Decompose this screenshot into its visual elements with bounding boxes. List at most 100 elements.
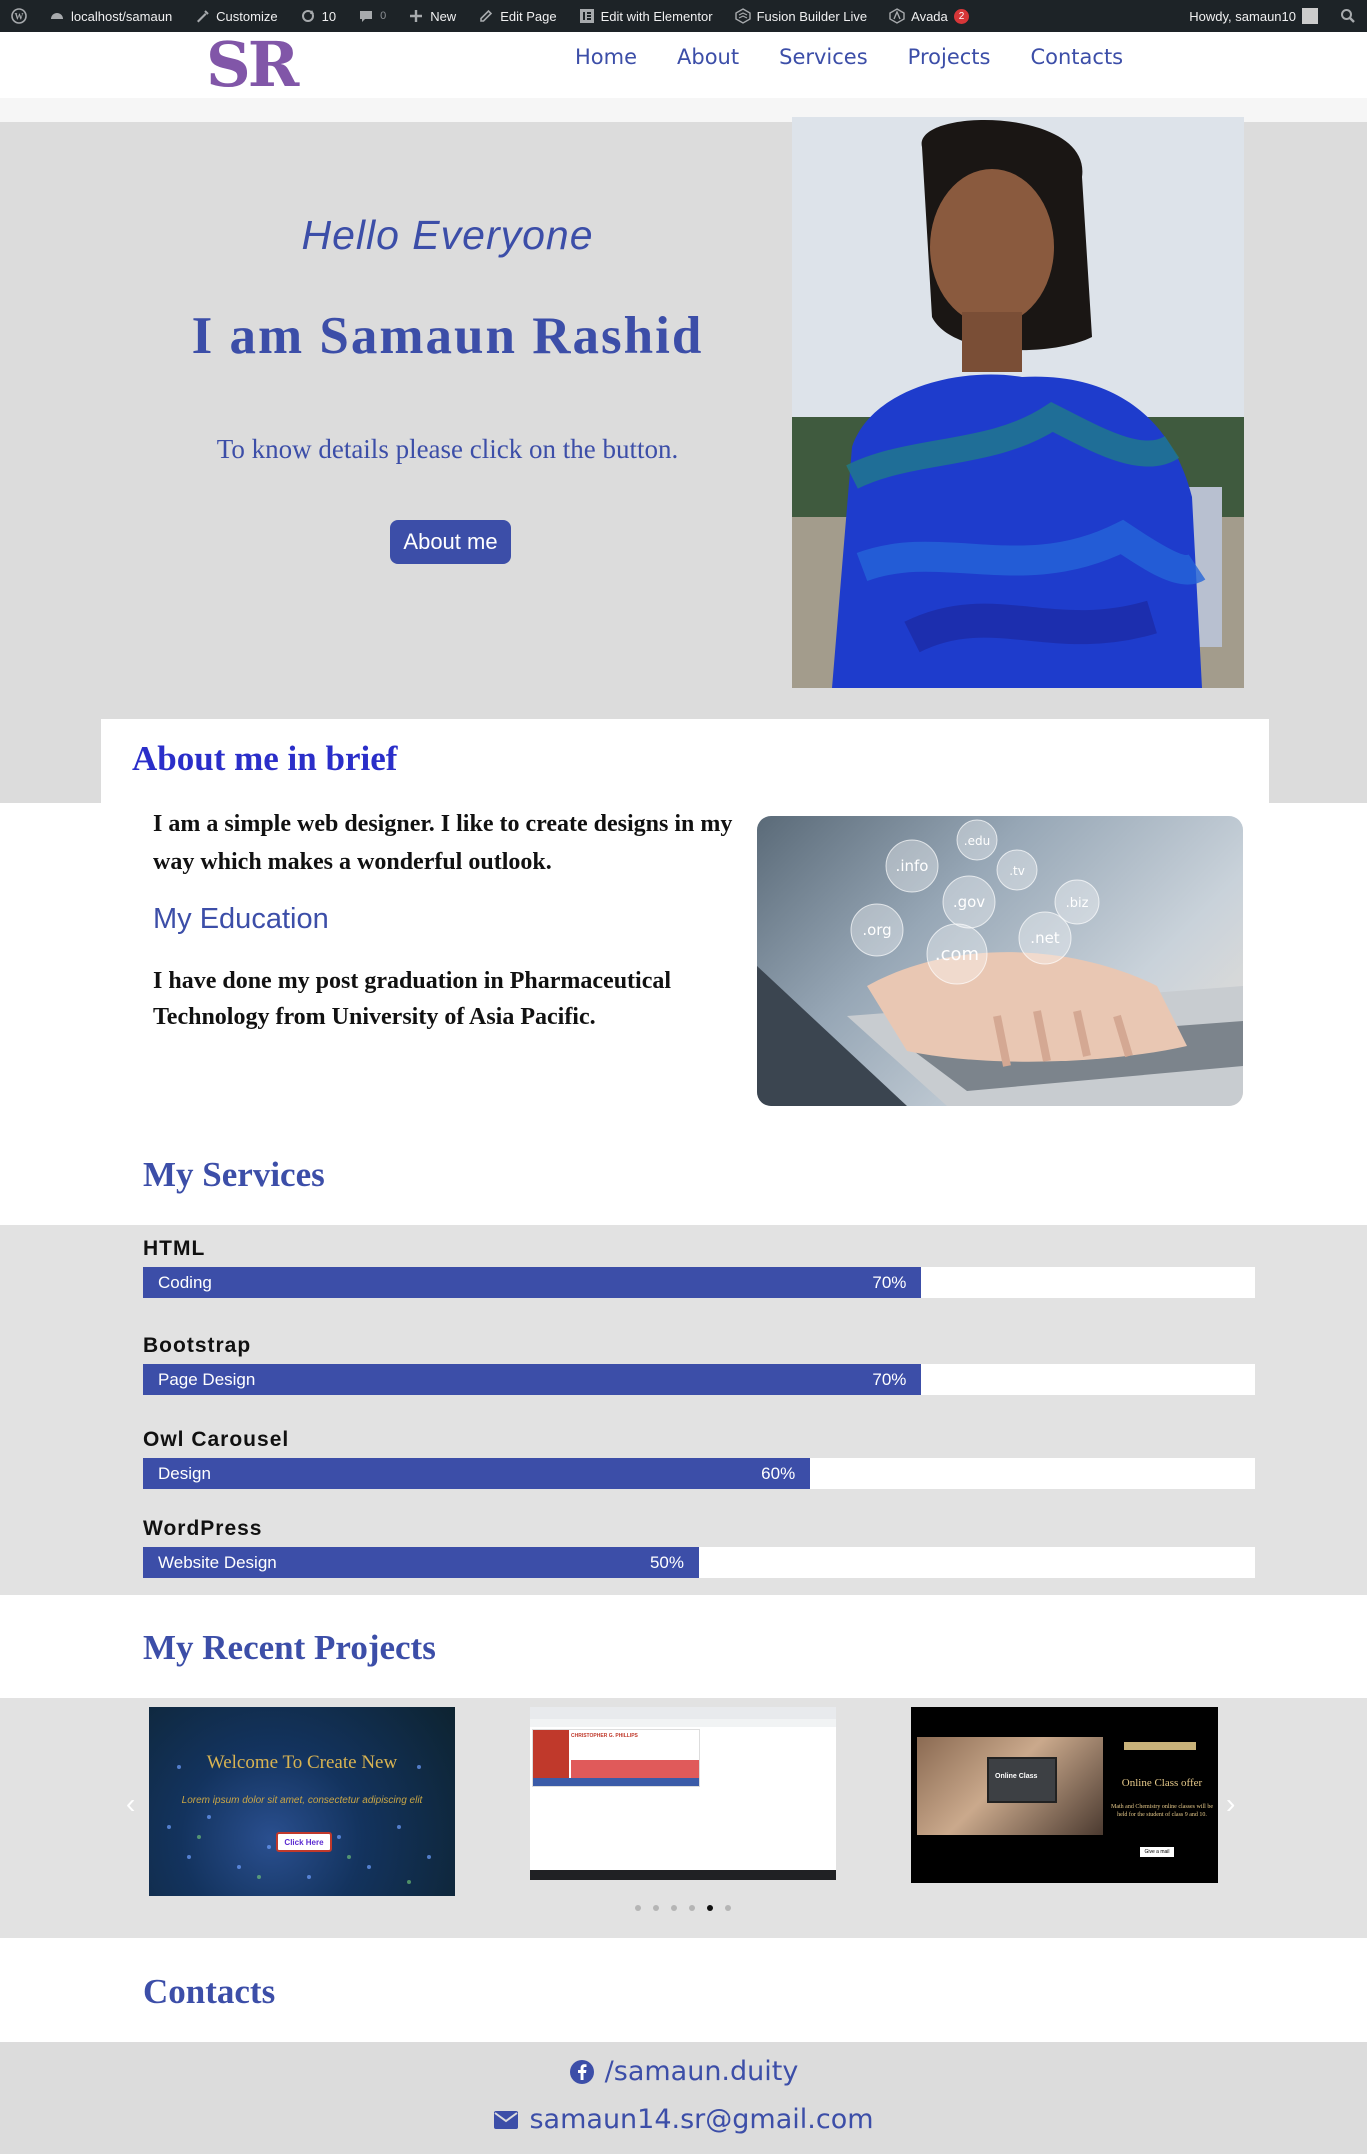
- project-card-2[interactable]: CHRISTOPHER G. PHILLIPS: [530, 1707, 836, 1880]
- skill-progress-fill: Website Design 50%: [143, 1547, 699, 1578]
- project-3-body: Math and Chemistry online classes will b…: [1111, 1804, 1213, 1818]
- about-title: About me in brief: [132, 739, 398, 778]
- comment-icon: [360, 11, 373, 22]
- nav-projects[interactable]: Projects: [908, 45, 991, 69]
- skill-percent: 60%: [761, 1463, 796, 1483]
- online-class-photo: Online Class: [917, 1737, 1103, 1835]
- fusion-label: Fusion Builder Live: [756, 8, 868, 24]
- comments-link[interactable]: 0: [347, 0, 397, 32]
- resume-header: CHRISTOPHER G. PHILLIPS: [532, 1729, 700, 1787]
- carousel-next-icon[interactable]: ›: [1226, 1788, 1235, 1820]
- howdy-label: Howdy, samaun10: [1189, 8, 1296, 24]
- skill-percent: 70%: [872, 1272, 907, 1292]
- site-header: SR Home About Services Projects Contacts: [0, 32, 1367, 98]
- updates-link[interactable]: 10: [289, 0, 347, 32]
- contacts-title: Contacts: [143, 1972, 276, 2011]
- browser-tabbar: [530, 1707, 836, 1719]
- edit-page-link[interactable]: Edit Page: [467, 0, 567, 32]
- project-card-3[interactable]: Online Class Online Class offer Math and…: [911, 1707, 1218, 1883]
- elementor-icon: [579, 9, 594, 23]
- hero-greeting: Hello Everyone: [301, 212, 594, 258]
- hero-name: I am Samaun Rashid: [191, 307, 704, 365]
- project-1-button: Click Here: [276, 1832, 332, 1852]
- project-3-heading: Online Class offer: [1121, 1777, 1203, 1789]
- resume-name: CHRISTOPHER G. PHILLIPS: [571, 1733, 638, 1739]
- dashboard-icon: [51, 13, 63, 19]
- site-logo[interactable]: SR: [206, 32, 299, 98]
- carousel-dot[interactable]: [635, 1905, 641, 1911]
- avada-badge: 2: [953, 8, 970, 24]
- hero-description: To know details please click on the butt…: [216, 434, 679, 464]
- skill-percent: 70%: [872, 1369, 907, 1389]
- online-class-tag: Online Class: [995, 1773, 1038, 1780]
- avatar: [1302, 8, 1318, 24]
- skill-name: Owl Carousel: [143, 1428, 290, 1451]
- new-content-link[interactable]: New: [397, 0, 467, 32]
- elementor-label: Edit with Elementor: [600, 8, 713, 24]
- avada-icon: [889, 8, 905, 24]
- skill-progress-bar: Coding 70%: [143, 1267, 1255, 1298]
- site-name-link[interactable]: localhost/samaun: [38, 0, 183, 32]
- skill-label: Coding: [158, 1272, 212, 1292]
- envelope-icon: [494, 2110, 519, 2129]
- pencil-icon: [480, 9, 493, 22]
- fusion-builder-link[interactable]: Fusion Builder Live: [724, 0, 879, 32]
- services-title: My Services: [143, 1155, 325, 1194]
- carousel-dot[interactable]: [725, 1905, 731, 1911]
- project-card-1[interactable]: Welcome To Create New Lorem ipsum dolor …: [149, 1707, 455, 1896]
- avada-label: Avada: [911, 8, 948, 24]
- carousel-dot[interactable]: [689, 1905, 695, 1911]
- bubble-biz: .biz: [1066, 896, 1089, 911]
- bubble-gov: .gov: [953, 893, 985, 911]
- carousel-prev-icon[interactable]: ‹: [126, 1788, 135, 1820]
- education-title: My Education: [153, 903, 329, 935]
- bubble-org: .org: [862, 921, 891, 939]
- portrait-photo: [792, 117, 1244, 688]
- account-menu[interactable]: Howdy, samaun10: [1178, 0, 1329, 32]
- project-1-heading: Welcome To Create New: [206, 1752, 398, 1773]
- carousel-dot[interactable]: [707, 1905, 713, 1911]
- browser-addressbar: [530, 1719, 836, 1727]
- bubble-tv: .tv: [1009, 864, 1025, 878]
- about-me-button[interactable]: About me: [390, 520, 511, 564]
- facebook-icon: [569, 2059, 594, 2084]
- taskbar: [530, 1870, 836, 1880]
- project-1-subtitle: Lorem ipsum dolor sit amet, consectetur …: [181, 1795, 423, 1806]
- nav-services[interactable]: Services: [779, 45, 868, 69]
- plus-icon: [410, 10, 423, 22]
- skill-name: HTML: [143, 1237, 206, 1260]
- updates-icon: [301, 10, 314, 22]
- facebook-handle: /samaun.duity: [604, 2056, 799, 2087]
- skill-label: Website Design: [158, 1552, 277, 1572]
- wordpress-logo-button[interactable]: W: [0, 0, 38, 32]
- skill-percent: 50%: [649, 1552, 684, 1572]
- about-text: I am a simple web designer. I like to cr…: [153, 811, 733, 875]
- fusion-icon: [734, 8, 751, 24]
- admin-search-button[interactable]: [1329, 0, 1367, 32]
- skill-progress-bar: Website Design 50%: [143, 1547, 1255, 1578]
- skill-progress-fill: Design 60%: [143, 1458, 811, 1489]
- svg-text:W: W: [15, 12, 24, 22]
- updates-count: 10: [321, 8, 337, 24]
- skill-progress-bar: Design 60%: [143, 1458, 1255, 1489]
- skill-name: Bootstrap: [143, 1334, 252, 1357]
- nav-contacts[interactable]: Contacts: [1030, 45, 1123, 69]
- comments-count: 0: [380, 10, 387, 22]
- project-3-button: Give a mail: [1140, 1847, 1174, 1857]
- avada-link[interactable]: Avada 2: [878, 0, 980, 32]
- project-3-ribbon: [1124, 1742, 1196, 1750]
- new-label: New: [430, 8, 457, 24]
- customize-label: Customize: [216, 8, 278, 24]
- email-contact[interactable]: samaun14.sr@gmail.com: [0, 2104, 1367, 2135]
- nav-home[interactable]: Home: [575, 45, 637, 69]
- nav-about[interactable]: About: [677, 45, 739, 69]
- brush-icon: [197, 10, 209, 23]
- edit-page-label: Edit Page: [500, 8, 557, 24]
- site-name-label: localhost/samaun: [71, 8, 173, 24]
- education-text: I have done my post graduation in Pharma…: [153, 968, 672, 1030]
- email-address: samaun14.sr@gmail.com: [529, 2104, 874, 2135]
- carousel-dot[interactable]: [653, 1905, 659, 1911]
- carousel-dot[interactable]: [671, 1905, 677, 1911]
- elementor-link[interactable]: Edit with Elementor: [568, 0, 724, 32]
- facebook-contact[interactable]: /samaun.duity: [0, 2056, 1367, 2087]
